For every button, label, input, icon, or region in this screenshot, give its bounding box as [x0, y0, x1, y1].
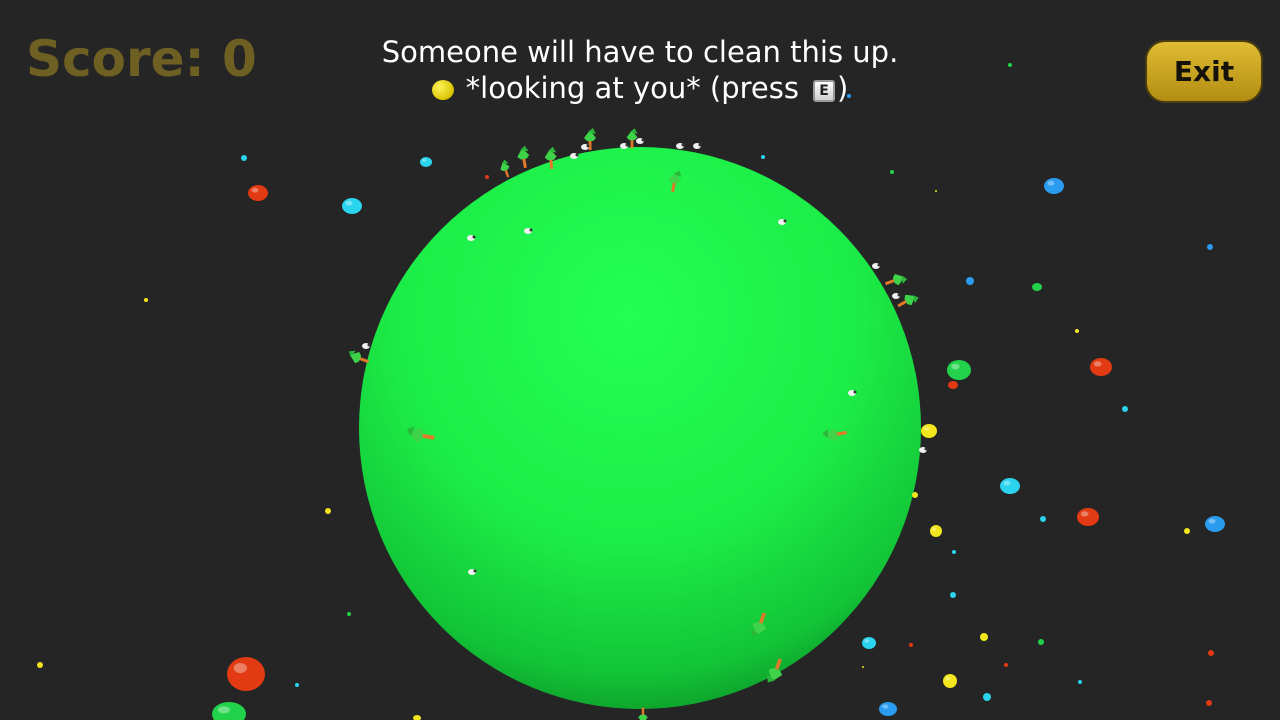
- floating-orb: [37, 662, 43, 668]
- floating-orb: [862, 666, 864, 668]
- floating-orb: [1038, 639, 1044, 645]
- e-key-icon: E: [813, 80, 835, 102]
- floating-orb: [980, 633, 988, 641]
- floating-orb: [295, 683, 299, 687]
- floating-orb: [420, 157, 432, 167]
- floating-orb: [1205, 516, 1225, 532]
- floating-orb: [952, 550, 956, 554]
- floating-orb: [1008, 63, 1012, 67]
- floating-orb: [935, 190, 937, 192]
- floating-orb: [347, 612, 351, 616]
- floating-orb: [1206, 700, 1212, 706]
- floating-orb: [909, 643, 913, 647]
- yellow-orb-icon: [431, 80, 454, 100]
- floating-orb: [1184, 528, 1190, 534]
- floating-orb: [342, 198, 362, 214]
- floating-orb: [1078, 680, 1082, 684]
- floating-orb: [1077, 508, 1099, 526]
- floating-orb: [241, 155, 247, 161]
- floating-orb: [966, 277, 974, 285]
- floating-orb: [930, 525, 942, 537]
- floating-orb: [890, 170, 894, 174]
- floating-orb: [1207, 244, 1213, 250]
- floating-orb: [921, 424, 937, 438]
- planet: [359, 147, 921, 709]
- floating-orb: [1040, 516, 1046, 522]
- floating-orb: [1122, 406, 1128, 412]
- message-line-1: Someone will have to clean this up.: [381, 35, 899, 69]
- floating-orb: [1075, 329, 1079, 333]
- floating-orb: [248, 185, 268, 201]
- floating-orb: [1000, 478, 1020, 494]
- score-display: Score: 0: [26, 30, 257, 88]
- floating-orb: [144, 298, 148, 302]
- message-line-2-close: ): [837, 71, 849, 105]
- floating-orb: [1032, 283, 1042, 291]
- hint-message: Someone will have to clean this up. *loo…: [340, 34, 940, 106]
- floating-orb: [947, 360, 971, 380]
- floating-orb: [950, 592, 956, 598]
- floating-orb: [879, 702, 897, 716]
- floating-orb: [485, 175, 489, 179]
- floating-orb: [1208, 650, 1214, 656]
- floating-orb: [1004, 663, 1008, 667]
- floating-orb: [761, 155, 765, 159]
- floating-orb: [948, 381, 958, 389]
- floating-orb: [983, 693, 991, 701]
- floating-orb: [325, 508, 331, 514]
- message-line-2: *looking at you* (press E): [340, 70, 940, 106]
- floating-orb: [227, 657, 265, 691]
- floating-orb: [1044, 178, 1064, 194]
- game-scene: [0, 0, 1280, 720]
- floating-orb: [1090, 358, 1112, 376]
- message-line-2-text: *looking at you* (press: [465, 71, 799, 105]
- floating-orb: [912, 492, 918, 498]
- floating-orb: [862, 637, 876, 649]
- exit-button[interactable]: Exit: [1145, 40, 1263, 103]
- floating-orb: [943, 674, 957, 688]
